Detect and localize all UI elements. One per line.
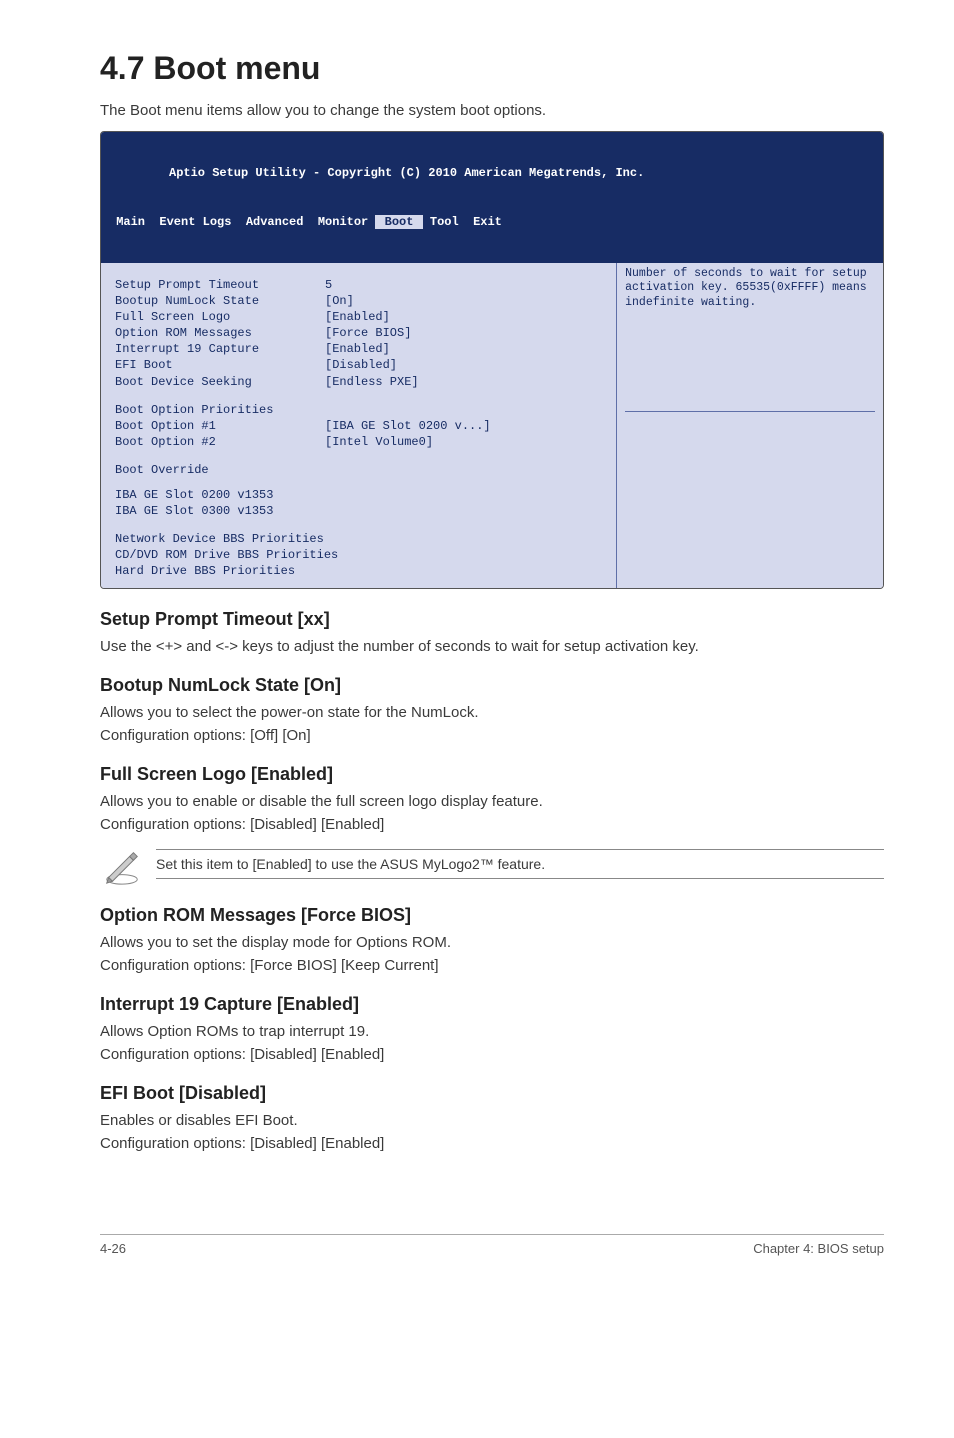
boot-override-header: Boot Override [115,462,604,478]
section-body: Allows Option ROMs to trap interrupt 19. [100,1021,884,1042]
boot-device-seeking-value: [Endless PXE] [325,374,419,390]
boot-option-1-label: Boot Option #1 [115,418,325,434]
full-screen-logo-label: Full Screen Logo [115,309,325,325]
section-body: Configuration options: [Force BIOS] [Kee… [100,955,884,976]
pencil-icon [100,845,144,887]
footer-chapter: Chapter 4: BIOS setup [753,1241,884,1256]
section-body: Allows you to enable or disable the full… [100,791,884,812]
boot-priorities-header: Boot Option Priorities [115,402,604,418]
section-heading: Option ROM Messages [Force BIOS] [100,905,884,926]
boot-device-seeking-label: Boot Device Seeking [115,374,325,390]
intro-text: The Boot menu items allow you to change … [100,102,884,119]
option-rom-value: [Force BIOS] [325,325,411,341]
section-body: Use the <+> and <-> keys to adjust the n… [100,636,884,657]
setup-prompt-timeout-value: 5 [325,277,332,293]
bios-tabs: Main Event Logs Advanced Monitor Boot To… [109,214,875,230]
boot-override-item: IBA GE Slot 0300 v1353 [115,503,604,519]
note-block: Set this item to [Enabled] to use the AS… [100,849,884,887]
page-number: 4-26 [100,1241,126,1256]
bios-tab-active: Boot [375,215,422,229]
bbs-priority-item: Network Device BBS Priorities [115,531,604,547]
page-title: 4.7 Boot menu [100,50,884,87]
section-body: Configuration options: [Disabled] [Enabl… [100,814,884,835]
boot-option-2-value: [Intel Volume0] [325,434,433,450]
bbs-priority-item: Hard Drive BBS Priorities [115,563,604,579]
bios-title: Aptio Setup Utility - Copyright (C) 2010… [109,165,875,181]
boot-option-1-value: [IBA GE Slot 0200 v...] [325,418,491,434]
bootup-numlock-value: [On] [325,293,354,309]
bbs-priority-item: CD/DVD ROM Drive BBS Priorities [115,547,604,563]
section-body: Configuration options: [Disabled] [Enabl… [100,1044,884,1065]
boot-option-2-label: Boot Option #2 [115,434,325,450]
interrupt19-label: Interrupt 19 Capture [115,341,325,357]
section-heading: Setup Prompt Timeout [xx] [100,609,884,630]
section-heading: Bootup NumLock State [On] [100,675,884,696]
bios-screenshot: Aptio Setup Utility - Copyright (C) 2010… [100,131,884,589]
section-body: Allows you to select the power-on state … [100,702,884,723]
option-rom-label: Option ROM Messages [115,325,325,341]
full-screen-logo-value: [Enabled] [325,309,390,325]
section-body: Configuration options: [Disabled] [Enabl… [100,1133,884,1154]
page-footer: 4-26 Chapter 4: BIOS setup [100,1234,884,1256]
section-body: Enables or disables EFI Boot. [100,1110,884,1131]
bios-help-pane: Number of seconds to wait for setup acti… [617,263,883,588]
interrupt19-value: [Enabled] [325,341,390,357]
section-heading: Full Screen Logo [Enabled] [100,764,884,785]
bootup-numlock-label: Bootup NumLock State [115,293,325,309]
section-body: Configuration options: [Off] [On] [100,725,884,746]
section-heading: Interrupt 19 Capture [Enabled] [100,994,884,1015]
efi-boot-label: EFI Boot [115,357,325,373]
efi-boot-value: [Disabled] [325,357,397,373]
note-text: Set this item to [Enabled] to use the AS… [156,849,884,879]
bios-help-text: Number of seconds to wait for setup acti… [625,267,875,413]
boot-override-item: IBA GE Slot 0200 v1353 [115,487,604,503]
bios-left-pane: Setup Prompt Timeout5 Bootup NumLock Sta… [101,263,617,588]
setup-prompt-timeout-label: Setup Prompt Timeout [115,277,325,293]
section-heading: EFI Boot [Disabled] [100,1083,884,1104]
section-body: Allows you to set the display mode for O… [100,932,884,953]
